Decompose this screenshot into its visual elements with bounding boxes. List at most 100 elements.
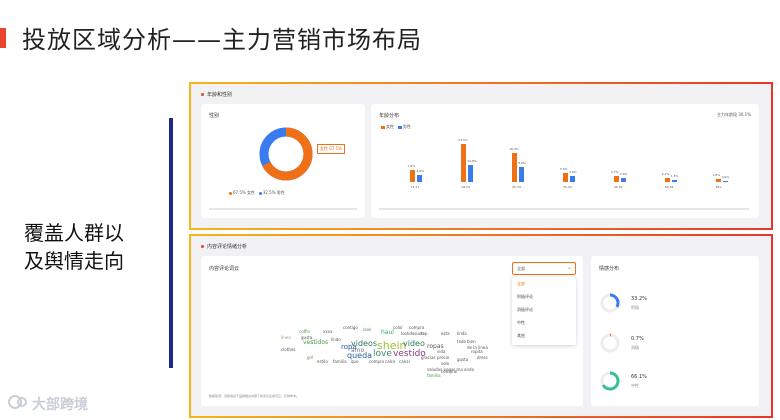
sentiment-item: 0.7% 消极	[597, 330, 717, 358]
age-bar-female	[563, 173, 568, 182]
age-bar-male	[570, 175, 575, 182]
sentiment-label: 消极	[631, 345, 639, 350]
word-cloud-term: linea	[281, 335, 291, 340]
word-cloud-term: color	[393, 325, 403, 330]
age-bar-label-female: 2.2%	[661, 172, 670, 177]
age-bar-male	[519, 166, 525, 182]
sentiment-ring	[600, 371, 620, 391]
dropdown-option-all[interactable]: 全部	[512, 277, 576, 290]
word-cloud-term: compro	[369, 359, 385, 364]
word-cloud-term: love	[373, 349, 392, 359]
word-cloud-term: top	[421, 331, 428, 336]
age-bar-male	[722, 180, 728, 182]
title-accent-bar	[0, 28, 6, 48]
age-legend: 女性 男性	[381, 124, 411, 130]
male-legend-icon	[258, 191, 262, 195]
chevron-down-icon: ⌄	[566, 264, 572, 271]
sentiment-item: 33.2% 积极	[597, 290, 717, 318]
gender-title: 性别	[209, 113, 220, 119]
age-bar-label-male: 0.9%	[721, 174, 730, 179]
page-title: 投放区域分析——主力营销市场布局	[22, 26, 422, 54]
dropdown-option-negative[interactable]: 消极评论	[512, 303, 576, 316]
sentiment-filter-select[interactable]: 全部 ⌄	[512, 262, 576, 275]
logo-mark	[8, 395, 27, 409]
age-title: 年龄分布	[379, 113, 400, 119]
gender-footnote-line	[209, 208, 357, 210]
age-card: 年龄分布 主力年龄段 30.1% 女性 男性 7.8% 4.6% 13-17 23.5…	[371, 104, 759, 218]
sentiment-ring	[600, 293, 620, 313]
age-bar-label-male: 4.6%	[416, 168, 425, 173]
age-bar-female	[613, 176, 619, 182]
gender-legend: 67.5% 女性 32.5% 男性	[229, 190, 285, 196]
age-gender-panel: 年龄和性别 性别 女性 67.5% 67.5% 女性 32.5% 男性 年龄分布…	[189, 82, 773, 230]
word-cloud-term: gracias	[421, 355, 436, 360]
dropdown-option-positive[interactable]: 积极评论	[512, 290, 576, 303]
donut-callout: 女性 67.5%	[317, 144, 345, 154]
word-cloud-title: 内容评论词云	[209, 266, 240, 272]
age-category-label: 55-64	[664, 185, 674, 189]
sentiment-card: 情感分布 33.2% 积极 0.7% 消极 66.1% 中性	[591, 256, 759, 406]
age-bar-female	[461, 144, 467, 182]
age-summary: 主力年龄段 30.1%	[717, 112, 751, 117]
sentiment-label: 积极	[631, 305, 639, 310]
word-cloud-term: compra	[409, 325, 425, 330]
word-cloud-term: estilo	[317, 359, 328, 364]
word-cloud-term: coffin	[299, 329, 311, 334]
age-bar-label-female: 1.8%	[712, 173, 721, 178]
sentiment-percent: 33.2%	[631, 296, 647, 302]
word-cloud-term: girl	[307, 355, 314, 360]
age-category-label: 45-54	[613, 185, 623, 189]
word-cloud-term: haul	[381, 329, 394, 336]
age-category-label: 25-34	[512, 185, 521, 189]
sentiment-percent: 66.1%	[631, 374, 647, 380]
age-footnote-line	[379, 208, 749, 210]
word-cloud-term: contigo	[343, 325, 358, 330]
word-cloud-term: clothes	[281, 347, 296, 352]
age-category-label: 65+	[715, 185, 722, 189]
word-cloud-term: gusta	[457, 357, 469, 362]
age-bar-chart: 7.8% 4.6% 13-17 23.5% 10.8% 18-24 18.4% 9.6% 25-…	[391, 134, 747, 190]
sentiment-ring	[600, 333, 620, 353]
gender-donut-chart	[259, 127, 313, 181]
side-divider	[169, 118, 173, 368]
age-gender-section-label: 年龄和性别	[201, 91, 232, 98]
side-heading: 覆盖人群以 及舆情走向	[24, 219, 124, 275]
age-bar-label-male: 9.6%	[518, 160, 526, 165]
age-category-label: 13-17	[410, 185, 420, 189]
age-bar-female	[715, 179, 721, 182]
word-cloud: coffin xxxx contigo look color compra linea gus…	[281, 325, 501, 378]
age-bar-label-female: 3.7%	[610, 170, 619, 175]
word-cloud-term: familia	[333, 359, 347, 364]
age-bar-label-male: 10.8%	[467, 158, 477, 163]
word-cloud-term: familia	[427, 373, 441, 378]
word-cloud-term: que	[351, 359, 359, 364]
dropdown-option-neutral[interactable]: 中性	[512, 316, 576, 329]
word-cloud-term: lindo	[331, 337, 341, 342]
age-bar-male	[620, 177, 626, 182]
age-bar-label-female: 5.5%	[560, 167, 568, 172]
logo-icon	[8, 394, 28, 410]
side-heading-line2: 及舆情走向	[24, 249, 124, 273]
word-cloud-term: saludos pegar ma ando	[427, 367, 475, 372]
word-cloud-term: solo	[441, 361, 450, 366]
age-bar-label-female: 23.5%	[458, 138, 468, 143]
word-cloud-term: bien	[467, 339, 476, 344]
section-dot-icon	[201, 93, 204, 96]
age-bar-label-male: 4.0%	[569, 169, 577, 174]
age-bar-male	[468, 164, 474, 182]
word-cloud-term: video	[403, 339, 425, 348]
dropdown-option-other[interactable]: 其他	[512, 329, 576, 342]
logo-watermark-text: 大部跨境	[32, 397, 88, 413]
sentiment-item: 66.1% 中性	[597, 368, 717, 396]
word-cloud-term: look	[363, 327, 372, 332]
word-cloud-footnote: 数据来源：该模块基于品牌相关内容下的评论生成词云，仅供参考。	[209, 394, 300, 398]
age-bar-label-female: 7.8%	[407, 163, 416, 168]
side-heading-line1: 覆盖人群以	[24, 221, 124, 245]
gender-card: 性别 女性 67.5% 67.5% 女性 32.5% 男性	[201, 104, 365, 218]
age-bar-female	[664, 178, 670, 182]
word-cloud-term: todo	[457, 339, 467, 344]
sentiment-filter-dropdown: 全部 积极评论 消极评论 中性 其他	[512, 277, 576, 345]
word-cloud-term: calce	[385, 359, 396, 364]
word-cloud-term: canal	[399, 359, 410, 364]
female-legend-icon	[381, 125, 385, 129]
